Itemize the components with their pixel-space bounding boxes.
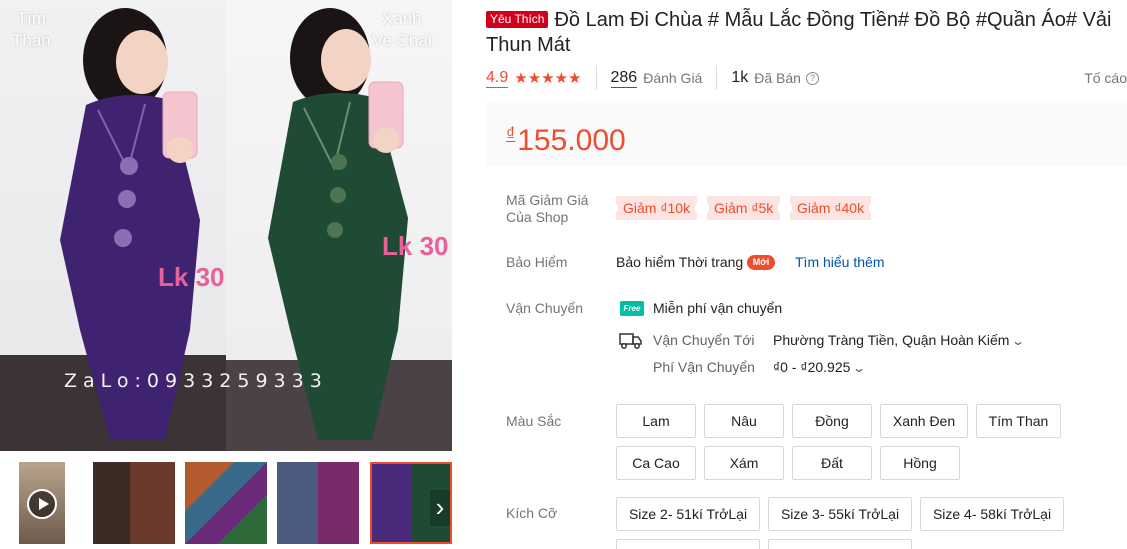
product-title: Yêu Thích Đồ Lam Đi Chùa # Mẫu Lắc Đồng T… [486, 8, 1126, 58]
new-badge: Mới [747, 255, 775, 270]
rating-value[interactable]: 4.9 [486, 69, 509, 88]
voucher-chip[interactable]: Giảm ₫10k [613, 196, 700, 220]
overlay-text-left: Lk 30 [158, 262, 225, 292]
color-label-left: Tím Than [12, 9, 51, 50]
size-option-5[interactable] [616, 539, 760, 549]
favorite-badge: Yêu Thích [486, 11, 549, 28]
zalo-watermark: ZaLo:0933259333 [64, 370, 328, 392]
chevron-down-icon: ⌄ [852, 361, 867, 375]
ship-to-value: Phường Tràng Tiền, Quận Hoàn Kiếm [773, 332, 1010, 348]
color-option-xam[interactable]: Xám [704, 446, 784, 480]
currency-symbol: ₫ [506, 124, 516, 144]
size-option-3[interactable]: Size 3- 55kí TrởLại [768, 497, 912, 531]
review-label: Đánh Giá [643, 70, 703, 86]
color-option-nau[interactable]: Nâu [704, 404, 784, 438]
voucher-chip[interactable]: Giảm ₫40k [787, 196, 874, 220]
divider [595, 66, 597, 90]
size-option-2[interactable]: Size 2- 51kí TrởLại [616, 497, 760, 531]
chevron-right-icon[interactable]: › [430, 490, 450, 526]
chevron-down-icon: ⌄ [1011, 334, 1026, 348]
color-label: Màu Sắc [506, 413, 562, 429]
product-price: ₫155.000 [506, 117, 626, 158]
main-product-image[interactable]: Tím Than Xanh Ve Chai Lk 30 Lk 30 ZaLo:0… [0, 0, 452, 451]
review-count[interactable]: 286 [610, 69, 638, 88]
sold-count: 1k [731, 69, 749, 86]
free-shipping-icon: Free [620, 301, 644, 316]
overlay-text-right: Lk 30 [382, 231, 449, 261]
color-option-ca-cao[interactable]: Ca Cao [616, 446, 696, 480]
star-rating-icon: ★★★★★ [514, 70, 582, 87]
truck-icon [619, 333, 642, 349]
play-icon [27, 489, 57, 519]
thumbnail-4[interactable]: › [370, 462, 452, 544]
shipping-fee-value: ₫0 - ₫20.925 [773, 359, 851, 375]
color-option-xanh-den[interactable]: Xanh Đen [880, 404, 968, 438]
size-option-6[interactable] [768, 539, 912, 549]
size-option-4[interactable]: Size 4- 58kí TrởLại [920, 497, 1064, 531]
ship-to-select[interactable]: Phường Tràng Tiền, Quận Hoàn Kiếm ⌄ [773, 331, 1026, 350]
thumbnail-strip: › [0, 458, 452, 549]
report-link[interactable]: Tố cáo [1084, 70, 1127, 86]
shipping-fee-label: Phí Vận Chuyển [653, 359, 755, 375]
thumbnail-1[interactable] [93, 462, 175, 544]
thumbnail-video[interactable] [19, 462, 65, 544]
color-option-dat[interactable]: Đất [792, 446, 872, 480]
color-option-lam[interactable]: Lam [616, 404, 696, 438]
color-label-right: Xanh Ve Chai [372, 9, 432, 50]
thumbnail-2[interactable] [185, 462, 267, 544]
insurance-label: Bảo Hiểm [506, 254, 568, 270]
help-icon[interactable]: ? [805, 71, 819, 85]
voucher-chip[interactable]: Giảm ₫5k [704, 196, 783, 220]
insurance-name: Bảo hiểm Thời trang [616, 254, 744, 270]
learn-more-link[interactable]: Tìm hiểu thêm [795, 253, 884, 271]
product-title-text: Đồ Lam Đi Chùa # Mẫu Lắc Đồng Tiền# Đồ B… [486, 9, 1112, 56]
color-option-dong[interactable]: Đồng [792, 404, 872, 438]
color-option-hong[interactable]: Hồng [880, 446, 960, 480]
sold-label: Đã Bán [754, 70, 801, 86]
ship-to-label: Vận Chuyển Tới [653, 332, 755, 348]
price-value: 155.000 [517, 124, 626, 157]
price-box: ₫155.000 [486, 101, 1127, 166]
voucher-label: Mã Giảm Giá Của Shop [506, 192, 589, 225]
thumbnail-3[interactable] [277, 462, 359, 544]
shipping-fee-select[interactable]: ₫0 - ₫20.925 ⌄ [773, 358, 867, 377]
rating-row: 4.9 ★★★★★ 286 Đánh Giá 1k Đã Bán ? Tố cá… [486, 66, 1127, 90]
divider [716, 66, 718, 90]
color-option-tim-than[interactable]: Tím Than [976, 404, 1061, 438]
free-shipping-text: Miễn phí vận chuyển [653, 300, 783, 316]
shipping-label: Vận Chuyển [506, 300, 584, 316]
size-label: Kích Cỡ [506, 505, 558, 521]
